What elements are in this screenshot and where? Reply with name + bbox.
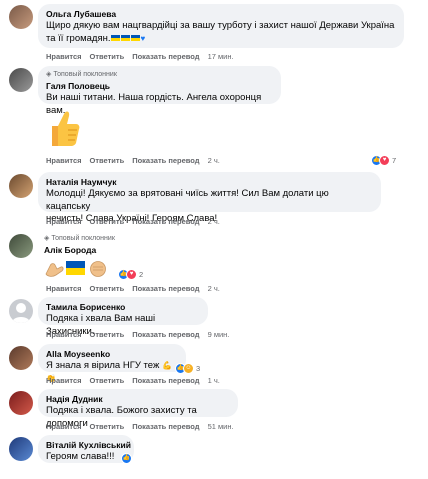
timestamp[interactable]: 51 мин.: [208, 422, 234, 431]
ukraine-flag-icon: [66, 261, 85, 275]
comment-author[interactable]: Галя Половець: [46, 80, 272, 92]
timestamp[interactable]: 2 ч.: [208, 284, 220, 293]
reply-link[interactable]: Ответить: [90, 52, 125, 61]
love-reaction-icon: ♥: [379, 154, 390, 166]
avatar[interactable]: [9, 234, 33, 258]
reply-link[interactable]: Ответить: [90, 422, 125, 431]
show-translation-link[interactable]: Показать перевод: [132, 284, 199, 293]
emoji-row: [44, 258, 108, 278]
comment-text-line2-value: та її громадян.: [46, 32, 111, 44]
reactions-summary[interactable]: 👍: [121, 452, 132, 464]
like-link[interactable]: Нравится: [46, 376, 82, 385]
comment-actions: Нравится Ответить Показать перевод 9 мин…: [46, 330, 237, 339]
comment-bubble: Alla Moyseenko Я знала я вірила НГУ теж …: [38, 344, 186, 383]
show-translation-link[interactable]: Показать перевод: [132, 52, 199, 61]
heart-icon: ♥: [140, 33, 146, 43]
comment-text: Молодці! Дякуємо за врятовані чиїсь житт…: [46, 188, 329, 212]
care-reaction-icon: ☺: [183, 362, 194, 374]
ukraine-flag-icon: [110, 33, 141, 44]
reactions-summary[interactable]: 👍 ☺ 3: [175, 362, 200, 374]
timestamp[interactable]: 1 ч.: [208, 376, 220, 385]
top-fan-badge: ◈ Топовый поклонник: [44, 234, 244, 244]
avatar[interactable]: [9, 5, 33, 29]
comment-actions: Нравится Ответить Показать перевод 2 ч.: [46, 284, 228, 293]
comment-actions: Нравится Ответить Показать перевод 1 ч.: [46, 376, 228, 385]
comment-text-value: Я знала я вірила НГУ теж: [46, 360, 160, 371]
reply-link[interactable]: Ответить: [90, 330, 125, 339]
comment-author[interactable]: Алік Борода: [44, 244, 244, 256]
like-link[interactable]: Нравится: [46, 330, 82, 339]
avatar[interactable]: [9, 391, 33, 415]
like-link[interactable]: Нравится: [46, 217, 82, 226]
comment-actions: Нравится Ответить Показать перевод 17 ми…: [46, 52, 242, 61]
show-translation-link[interactable]: Показать перевод: [132, 156, 199, 165]
comment-text: Героям слава!!!: [46, 451, 115, 462]
default-avatar-icon: [12, 303, 30, 323]
avatar[interactable]: [9, 299, 33, 323]
comment-author[interactable]: Ольга Лубашева: [46, 8, 395, 20]
avatar[interactable]: [9, 68, 33, 92]
comment-author[interactable]: Надія Дудник: [46, 393, 229, 405]
avatar[interactable]: [9, 437, 33, 461]
muscle-icon: [45, 263, 64, 277]
like-link[interactable]: Нравится: [46, 284, 82, 293]
show-translation-link[interactable]: Показать перевод: [132, 422, 199, 431]
reactions-summary[interactable]: 👍 ♥ 7: [371, 154, 396, 166]
avatar[interactable]: [9, 174, 33, 198]
comment-actions: Нравится Ответить Показать перевод 2 ч.: [46, 217, 228, 226]
badge-label: Топовый поклонник: [53, 71, 117, 78]
timestamp[interactable]: 17 мин.: [208, 52, 234, 61]
comment-text-line2: та її громадян. ♥: [46, 33, 395, 46]
reply-link[interactable]: Ответить: [90, 156, 125, 165]
reply-link[interactable]: Ответить: [90, 217, 125, 226]
thumbs-up-sticker: [44, 108, 80, 148]
like-link[interactable]: Нравится: [46, 52, 82, 61]
like-link[interactable]: Нравится: [46, 422, 82, 431]
timestamp[interactable]: 2 ч.: [208, 217, 220, 226]
comment-bubble: Ольга Лубашева Щиро дякую вам нацгвардій…: [38, 4, 404, 48]
diamond-icon: ◈: [44, 235, 50, 242]
like-reaction-icon: 👍: [121, 452, 132, 464]
comment-author[interactable]: Alla Moyseenko: [46, 348, 177, 360]
timestamp[interactable]: 2 ч.: [208, 156, 220, 165]
reaction-count: 2: [139, 269, 144, 279]
show-translation-link[interactable]: Показать перевод: [132, 217, 199, 226]
comment-text: Щиро дякую вам нацгвардійці за вашу турб…: [46, 20, 395, 31]
comment-author[interactable]: Наталія Наумчук: [46, 176, 372, 188]
avatar[interactable]: [9, 346, 33, 370]
comment-bubble: Надія Дудник Подяка і хвала. Божого захи…: [38, 389, 238, 429]
comment-bubble: ◈ Топовый поклонник Галя Половець Ви наші…: [38, 66, 281, 116]
comment-author[interactable]: Віталій Кухлівський: [46, 439, 131, 451]
badge-label: Топовый поклонник: [51, 235, 115, 242]
comment-bubble: Тамила Борисенко Подяка і хвала Вам наші…: [38, 297, 208, 337]
comment-actions: Нравится Ответить Показать перевод 2 ч.: [46, 156, 228, 165]
reactions-summary[interactable]: 👍 ♥ 2: [118, 268, 143, 280]
reaction-count: 3: [196, 363, 201, 373]
comment-author-block: ◈ Топовый поклонник Алік Борода: [44, 234, 244, 256]
comment-author[interactable]: Тамила Борисенко: [46, 301, 199, 313]
reply-link[interactable]: Ответить: [90, 376, 125, 385]
timestamp[interactable]: 9 мин.: [208, 330, 230, 339]
top-fan-badge: ◈ Топовый поклонник: [46, 70, 272, 80]
like-link[interactable]: Нравится: [46, 156, 82, 165]
comment-actions: Нравится Ответить Показать перевод 51 ми…: [46, 422, 242, 431]
comment-bubble: Віталій Кухлівський Героям слава!!!: [38, 435, 134, 463]
comment-bubble: Наталія Наумчук Молодці! Дякуємо за врят…: [38, 172, 381, 224]
reply-link[interactable]: Ответить: [90, 284, 125, 293]
fist-icon: [90, 261, 106, 277]
muscle-icon: 💪: [161, 361, 172, 370]
love-reaction-icon: ♥: [126, 268, 137, 280]
reaction-count: 7: [392, 155, 397, 165]
show-translation-link[interactable]: Показать перевод: [132, 330, 199, 339]
show-translation-link[interactable]: Показать перевод: [132, 376, 199, 385]
diamond-icon: ◈: [46, 71, 52, 78]
